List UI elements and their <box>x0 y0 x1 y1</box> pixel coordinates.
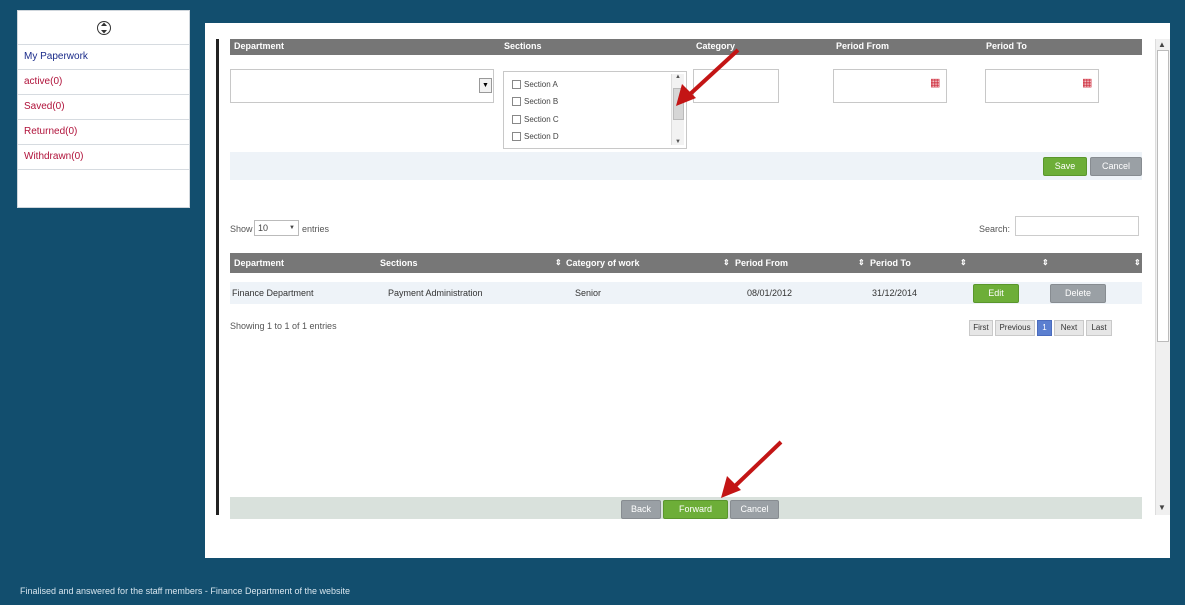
checkbox[interactable] <box>512 132 521 141</box>
cell-period-to: 31/12/2014 <box>872 288 918 298</box>
sort-icon[interactable]: ⇕ <box>858 258 865 267</box>
calendar-icon[interactable]: ▦ <box>930 76 940 89</box>
search-label: Search: <box>979 224 1011 234</box>
col-sections[interactable]: Sections <box>380 258 418 268</box>
period-from-input[interactable]: ▦ <box>833 69 947 103</box>
sections-listbox[interactable]: Section A Section B Section C Section D … <box>503 71 687 149</box>
chevron-down-icon[interactable]: ▼ <box>479 78 492 93</box>
scroll-down-icon[interactable]: ▼ <box>672 139 684 145</box>
search-input[interactable] <box>1015 216 1139 236</box>
edit-button[interactable]: Edit <box>973 284 1019 303</box>
table-info: Showing 1 to 1 of 1 entries <box>230 321 337 331</box>
nav-item-active[interactable]: active(0) <box>18 70 189 95</box>
entries-label: entries <box>302 224 330 234</box>
calendar-icon[interactable]: ▦ <box>1082 76 1092 89</box>
header-sections: Sections <box>504 41 542 51</box>
entries-select[interactable]: 10 ▼ <box>254 220 299 236</box>
page-last-button[interactable]: Last <box>1086 320 1112 336</box>
nav-item-saved[interactable]: Saved(0) <box>18 95 189 120</box>
col-period-from[interactable]: Period From <box>735 258 788 268</box>
col-period-to[interactable]: Period To <box>870 258 911 268</box>
sort-icon[interactable]: ⇕ <box>723 258 730 267</box>
sections-option[interactable]: Section B <box>512 97 558 106</box>
cell-category: Senior <box>575 288 602 298</box>
scroll-down-icon[interactable]: ▼ <box>1158 503 1166 512</box>
back-button[interactable]: Back <box>621 500 661 519</box>
cell-department: Finance Department <box>232 288 314 298</box>
scrollbar-thumb[interactable] <box>1157 50 1169 342</box>
footer-text: Finalised and answered for the staff mem… <box>20 586 350 596</box>
page-1-button[interactable]: 1 <box>1037 320 1052 336</box>
sort-icon[interactable]: ⇕ <box>1134 258 1141 267</box>
content-frame <box>216 39 1159 515</box>
chevron-down-icon: ▼ <box>289 225 295 231</box>
annotation-arrow-icon <box>676 48 740 106</box>
checkbox[interactable] <box>512 115 521 124</box>
page-next-button[interactable]: Next <box>1054 320 1084 336</box>
col-category[interactable]: Category of work <box>566 258 640 268</box>
nav-item-withdrawn[interactable]: Withdrawn(0) <box>18 145 189 170</box>
delete-button[interactable]: Delete <box>1050 284 1106 303</box>
checkbox[interactable] <box>512 97 521 106</box>
show-label: Show <box>230 224 253 234</box>
nav-item-returned[interactable]: Returned(0) <box>18 120 189 145</box>
sections-option[interactable]: Section A <box>512 80 558 89</box>
annotation-arrow-icon <box>721 440 783 498</box>
sort-icon[interactable]: ⇕ <box>960 258 967 267</box>
sort-icon[interactable]: ⇕ <box>555 258 562 267</box>
scroll-up-icon[interactable]: ▲ <box>1158 40 1166 49</box>
header-department: Department <box>234 41 285 51</box>
cell-period-from: 08/01/2012 <box>747 288 793 298</box>
save-button[interactable]: Save <box>1043 157 1087 176</box>
col-department[interactable]: Department <box>234 258 284 268</box>
header-period-from: Period From <box>836 41 890 51</box>
forward-button[interactable]: Forward <box>663 500 728 519</box>
left-nav: My Paperwork active(0) Saved(0) Returned… <box>17 10 190 208</box>
nav-item-my-paperwork[interactable]: My Paperwork <box>18 44 189 70</box>
page-first-button[interactable]: First <box>969 320 993 336</box>
sort-icon[interactable]: ⇕ <box>1042 258 1049 267</box>
cancel-button[interactable]: Cancel <box>1090 157 1142 176</box>
sections-option[interactable]: Section D <box>512 132 559 141</box>
up-down-arrows-icon[interactable] <box>96 19 111 37</box>
cell-section: Payment Administration <box>388 288 483 298</box>
bottom-cancel-button[interactable]: Cancel <box>730 500 779 519</box>
department-select[interactable] <box>230 69 494 103</box>
nav-top <box>18 11 189 44</box>
period-to-input[interactable]: ▦ <box>985 69 1099 103</box>
sections-option[interactable]: Section C <box>512 115 559 124</box>
page-previous-button[interactable]: Previous <box>995 320 1035 336</box>
checkbox[interactable] <box>512 80 521 89</box>
table-header: Department Sections ⇕ Category of work ⇕… <box>230 253 1142 273</box>
filter-actions-bar <box>230 152 1142 180</box>
header-period-to: Period To <box>986 41 1027 51</box>
